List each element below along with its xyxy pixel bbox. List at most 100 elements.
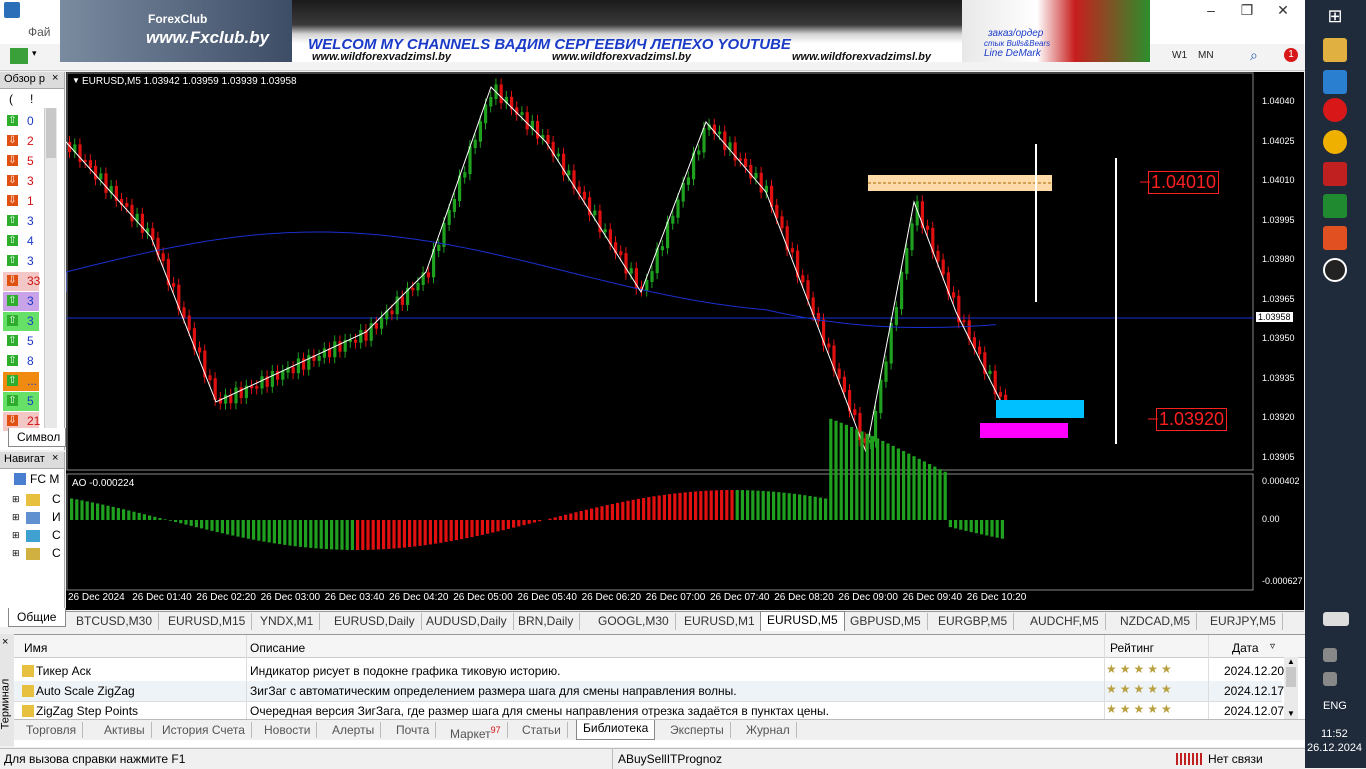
volume-icon[interactable] [1323,672,1337,686]
app-icon-orange[interactable] [1323,226,1347,250]
column-rating[interactable]: Рейтинг [1110,641,1154,655]
navigator-item[interactable]: С [52,546,61,560]
navigator-item[interactable]: И [52,510,61,524]
clock-date[interactable]: 26.12.2024 [1307,742,1362,754]
language-indicator[interactable]: ENG [1323,700,1347,712]
terminal-tab[interactable]: Статьи [516,722,568,738]
market-watch-row[interactable]: ⇧0 [3,112,39,131]
restore-button[interactable]: ❐ [1229,0,1265,22]
menu-file[interactable]: Фай [28,25,51,39]
dropdown-arrow-icon[interactable]: ▾ [32,48,37,59]
column-description[interactable]: Описание [250,641,305,655]
expand-icon[interactable]: ⊞ [12,530,20,541]
terminal-tab[interactable]: Новости [258,722,317,738]
record-icon[interactable] [1323,258,1347,282]
network-icon[interactable] [1323,648,1337,662]
advert-banner[interactable]: ForexClub www.Fxclub.by WELCOM MY CHANNE… [60,0,1150,62]
table-row[interactable]: Auto Scale ZigZagЗигЗаг с автоматическим… [14,681,1282,702]
minimize-button[interactable]: – [1193,0,1229,22]
timeframe-mn[interactable]: MN [1198,50,1214,61]
chart-tab[interactable]: BTCUSD,M30 [70,613,159,630]
chart-tab[interactable]: EURUSD,M5 [760,611,845,631]
close-icon[interactable]: × [2,636,8,648]
opera-icon[interactable] [1323,98,1347,122]
market-watch-row[interactable]: ⇩1 [3,192,39,211]
terminal-tab[interactable]: Алерты [326,722,381,738]
tab-common[interactable]: Общие [17,610,56,624]
navigator-root[interactable]: FC M [30,472,59,486]
chart-tab[interactable]: EURUSD,M1 [678,613,762,630]
tab-symbols[interactable]: Символ [17,430,60,444]
navigator-item[interactable]: С [52,492,61,506]
chart-tab[interactable]: GBPUSD,M5 [844,613,928,630]
calculator-icon[interactable] [1323,194,1347,218]
market-watch-row[interactable]: ⇧3 [3,212,39,231]
navigator-item[interactable]: С [52,528,61,542]
market-watch-row[interactable]: ⇧5 [3,332,39,351]
expand-icon[interactable]: ⊞ [12,494,20,505]
terminal-tab[interactable]: Маркет97 [444,722,508,738]
chart-tab[interactable]: YNDX,M1 [254,613,320,630]
close-icon[interactable]: × [52,452,58,464]
market-watch-row[interactable]: ⇧... [3,372,39,391]
terminal-tab[interactable]: История Счета [156,722,252,738]
scroll-up-icon[interactable]: ▲ [1287,657,1295,666]
chart-tab[interactable]: GOOGL,M30 [592,613,676,630]
new-chart-icon[interactable] [10,48,28,64]
speaker-icon[interactable] [1323,162,1347,186]
scroll-thumb[interactable] [46,108,56,158]
market-watch-row[interactable]: ⇧3 [3,312,39,331]
scroll-down-icon[interactable]: ▼ [1287,709,1295,718]
candle-body [604,229,607,232]
market-watch-col2[interactable]: ! [30,92,33,106]
market-watch-row[interactable]: ⇧8 [3,352,39,371]
terminal-tab[interactable]: Журнал [740,722,797,738]
chart-tab[interactable]: EURGBP,M5 [932,613,1014,630]
timeframe-w1[interactable]: W1 [1172,50,1187,61]
chart-menu-arrow-icon[interactable]: ▼ [72,76,80,85]
market-watch-row[interactable]: ⇧4 [3,232,39,251]
terminal-scrollbar[interactable]: ▲ ▼ [1284,657,1298,719]
market-watch-row[interactable]: ⇩33 [3,272,39,291]
explorer-icon[interactable] [1323,70,1347,94]
sort-icon[interactable]: ▿ [1270,641,1275,652]
close-icon[interactable]: × [52,72,58,84]
chart-tab[interactable]: BRN,Daily [512,613,580,630]
chart-tab[interactable]: AUDCHF,M5 [1024,613,1106,630]
price-chart[interactable]: EURUSD,M5 1.03942 1.03959 1.03939 1.0395… [66,72,1304,610]
market-watch-row[interactable]: ⇧3 [3,252,39,271]
terminal-tab[interactable]: Торговля [20,722,83,738]
terminal-tab[interactable]: Почта [390,722,436,738]
terminal-tab[interactable]: Активы [98,722,152,738]
chart-tab[interactable]: NZDCAD,M5 [1114,613,1197,630]
terminal-tab[interactable]: Эксперты [664,722,731,738]
chart-tab[interactable]: EURJPY,M5 [1204,613,1283,630]
search-icon[interactable]: ⌕ [1250,47,1258,64]
chart-tab[interactable]: EURUSD,M15 [162,613,252,630]
chart-canvas[interactable] [66,72,1304,610]
chart-tab[interactable]: AUDUSD,Daily [420,613,514,630]
close-button[interactable]: ✕ [1265,0,1301,22]
expand-icon[interactable]: ⊞ [12,548,20,559]
paint-icon[interactable] [1323,130,1347,154]
table-row[interactable]: Тикер АскИндикатор рисует в подокне граф… [14,661,1282,682]
market-watch-col1[interactable]: ( [9,92,13,106]
column-name[interactable]: Имя [24,641,47,655]
clock-time[interactable]: 11:52 [1321,728,1348,740]
market-watch-row[interactable]: ⇩3 [3,172,39,191]
notification-icon[interactable]: 1 [1274,47,1296,65]
terminal-tab[interactable]: Библиотека [576,720,655,740]
scroll-thumb[interactable] [1286,667,1296,687]
expand-icon[interactable]: ⊞ [12,512,20,523]
market-watch-scrollbar[interactable] [44,108,57,428]
status-profile[interactable]: ABuySellITPrognoz [618,752,722,766]
market-watch-row[interactable]: ⇩5 [3,152,39,171]
windows-start-icon[interactable]: ⊞ [1323,6,1347,30]
column-date[interactable]: Дата [1232,641,1259,655]
folder-icon[interactable] [1323,38,1347,62]
market-watch-row[interactable]: ⇩2 [3,132,39,151]
market-watch-row[interactable]: ⇧3 [3,292,39,311]
chart-tab[interactable]: EURUSD,Daily [328,613,422,630]
market-watch-row[interactable]: ⇧5 [3,392,39,411]
keyboard-icon[interactable] [1323,612,1349,626]
